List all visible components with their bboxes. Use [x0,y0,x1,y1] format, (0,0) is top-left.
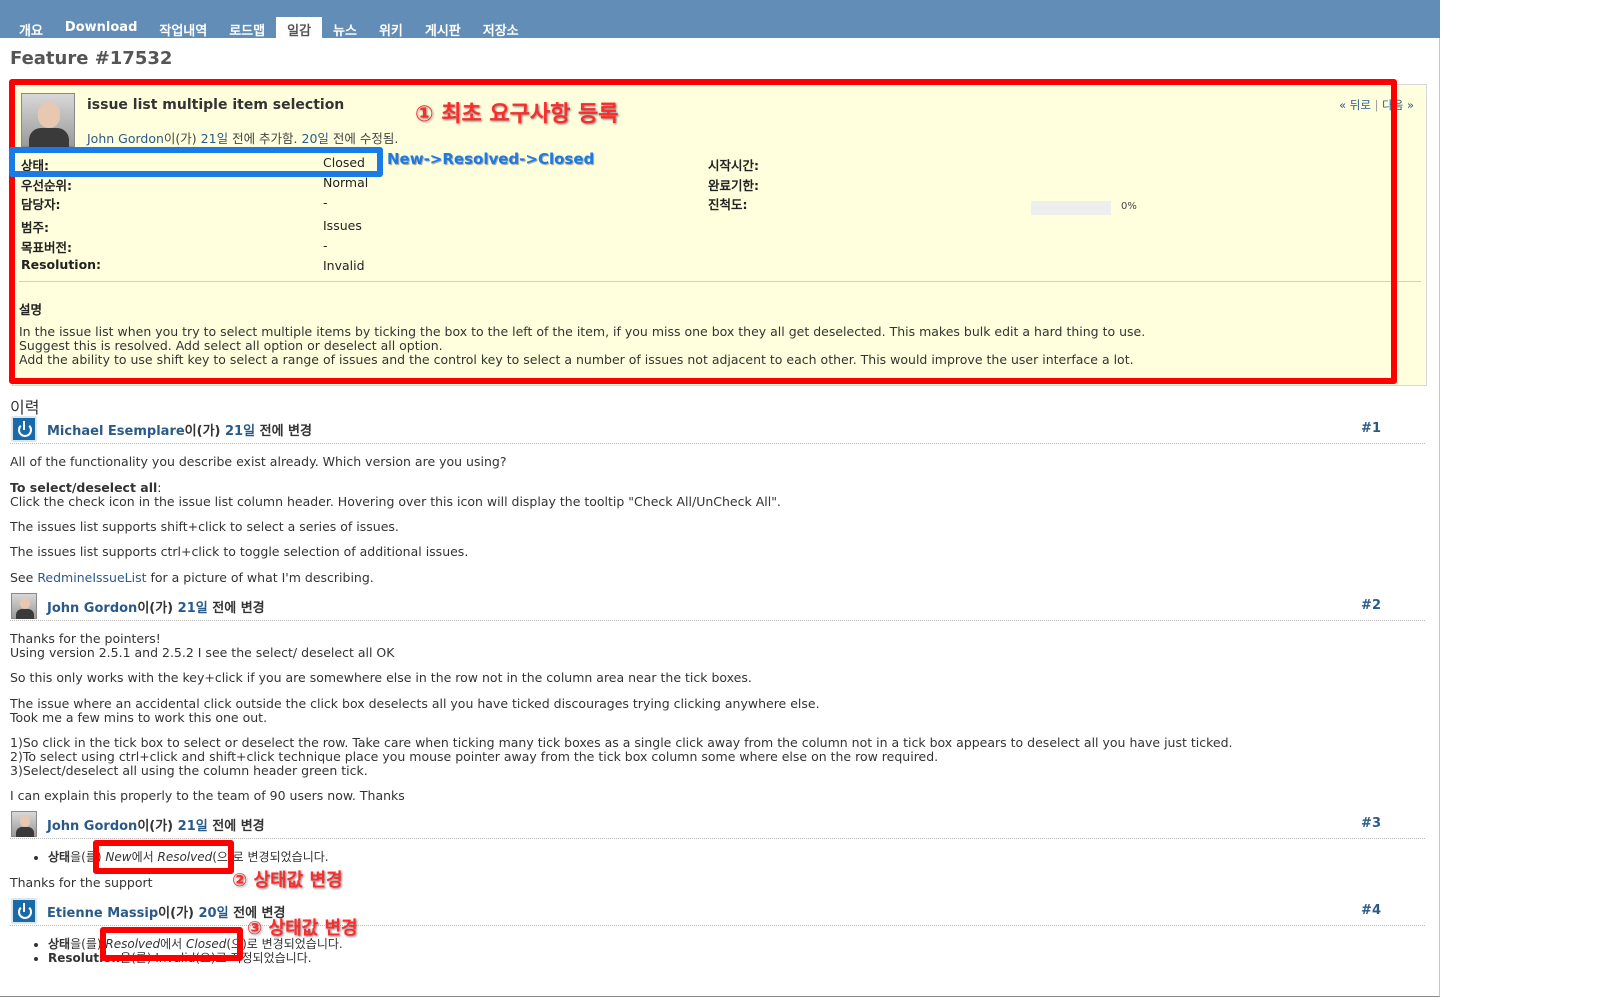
journal-user-link[interactable]: John Gordon [47,601,137,616]
detail-pre: 을(를) [70,937,102,951]
j2-line8: 3)Select/deselect all using the column h… [10,763,368,778]
annotation-label-3: ③ 상태값 변경 [247,918,358,939]
journal-number-link[interactable]: #1 [1361,421,1381,436]
j2-line7: 2)To select using ctrl+click and shift+c… [10,749,939,764]
journal-ago-link[interactable]: 21일 [178,601,208,616]
journal-suffix: 이(가) [137,601,174,616]
j1-line2: Click the check icon in the issue list c… [10,494,781,509]
journal-header-2: John Gordon이(가) 21일 전에 변경 #2 [10,593,1425,621]
j1-line1: All of the functionality you describe ex… [10,454,507,469]
journal-ago-link[interactable]: 21일 [225,424,255,439]
detail-label: 상태 [48,937,71,951]
redmine-icon [11,416,37,442]
j2-para4: 1)So click in the tick box to select or … [10,736,1233,778]
tab-overview[interactable]: 개요 [8,17,54,39]
tab-forums[interactable]: 게시판 [414,17,472,39]
journal-user-link[interactable]: Etienne Massip [47,906,158,921]
annotation-box-2 [93,840,234,874]
tab-news[interactable]: 뉴스 [322,17,368,39]
j2-line2: Using version 2.5.1 and 2.5.2 I see the … [10,645,395,660]
journal-suffix: 이(가) [158,906,194,921]
journal-header-3: John Gordon이(가) 21일 전에 변경 #3 [10,811,1425,839]
annotation-box-issue [9,79,1397,384]
tab-roadmap[interactable]: 로드맵 [218,17,276,39]
j1-see: See [10,570,34,585]
journal-user-link[interactable]: Michael Esemplare [47,424,185,439]
j2-para3: The issue where an accidental click outs… [10,697,820,725]
journal-suffix: 이(가) [137,819,174,834]
tab-repository[interactable]: 저장소 [472,17,530,39]
journal-number-link[interactable]: #2 [1361,598,1381,613]
annotation-label-blue: New->Resolved->Closed [387,150,595,168]
journal-ago-link[interactable]: 21일 [178,819,208,834]
journal-header-1: Michael Esemplare이(가) 21일 전에 변경 #1 [10,416,1425,444]
journal-suffix: 이(가) [184,424,221,439]
redmine-issue-list-link[interactable]: RedmineIssueList [37,570,146,585]
j2-line4: The issue where an accidental click outs… [10,696,820,711]
annotation-box-status [9,147,383,177]
journal-number-link[interactable]: #4 [1361,903,1381,918]
tab-activity[interactable]: 작업내역 [148,17,218,39]
redmine-icon [11,898,37,924]
journal-byline: John Gordon이(가) 21일 전에 변경 [47,597,265,616]
j1-colon: : [157,480,162,495]
user-photo-icon [11,593,37,619]
tab-download[interactable]: Download [54,17,148,38]
j2-line3: So this only works with the key+click if… [10,670,752,685]
j2-line9: I can explain this properly to the team … [10,788,405,803]
j1-line5: See RedmineIssueList for a picture of wh… [10,571,374,585]
j1-select-all: To select/deselect all: Click the check … [10,481,781,509]
annotation-label-2: ② 상태값 변경 [232,870,343,891]
journal-header-4: Etienne Massip이(가) 20일 전에 변경 #4 [10,898,1425,926]
j2-line6: 1)So click in the tick box to select or … [10,735,1233,750]
j3-note: Thanks for the support [10,875,153,890]
tab-wiki[interactable]: 위키 [368,17,414,39]
tab-issues[interactable]: 일감 [276,17,323,39]
history-heading: 이력 [10,398,40,417]
journal-byline: Michael Esemplare이(가) 21일 전에 변경 [47,420,312,439]
page-title: Feature #17532 [10,48,173,69]
annotation-label-1: ① 최초 요구사항 등록 [415,102,619,127]
annotation-box-3 [100,927,243,961]
journal-changed: 전에 변경 [259,424,312,439]
j1-line4: The issues list supports ctrl+click to t… [10,544,469,559]
top-menu-bar: 개요 Download 작업내역 로드맵 일감 뉴스 위키 게시판 저장소 [0,0,1440,39]
journal-ago-link[interactable]: 20일 [199,906,229,921]
j2-para1: Thanks for the pointers! Using version 2… [10,632,394,660]
journal-byline: John Gordon이(가) 21일 전에 변경 [47,815,265,834]
j2-line1: Thanks for the pointers! [10,631,161,646]
journal-changed: 전에 변경 [212,819,265,834]
user-photo-icon [11,811,37,837]
detail-label: 상태 [48,850,71,864]
main-tabs: 개요 Download 작업내역 로드맵 일감 뉴스 위키 게시판 저장소 [8,17,530,39]
journal-user-link[interactable]: John Gordon [47,819,137,834]
journal-changed: 전에 변경 [212,601,265,616]
j1-bold: To select/deselect all [10,480,158,495]
j1-line5-post: for a picture of what I'm describing. [150,570,374,585]
j1-line3: The issues list supports shift+click to … [10,519,399,534]
journal-number-link[interactable]: #3 [1361,816,1381,831]
j2-line5: Took me a few mins to work this one out. [10,710,268,725]
